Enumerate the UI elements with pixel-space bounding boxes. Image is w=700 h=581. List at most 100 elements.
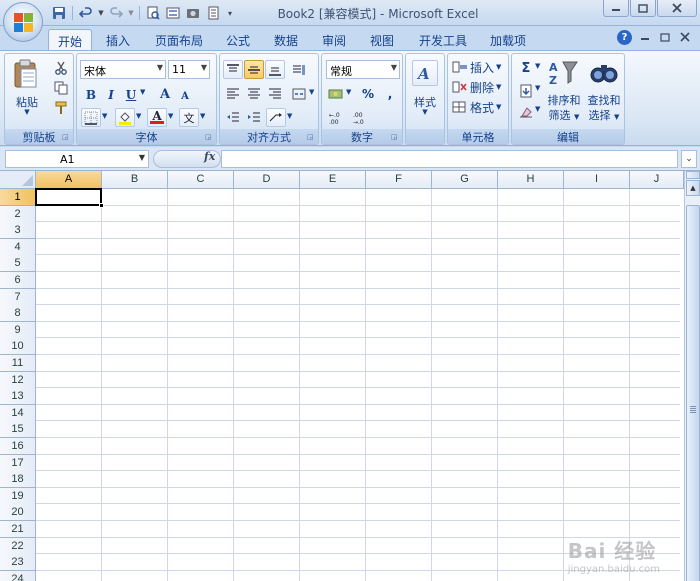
autosum-dropdown-icon[interactable]: ▼ — [535, 62, 540, 70]
row-header-14[interactable]: 14 — [0, 404, 36, 422]
restore-workbook-icon[interactable] — [660, 32, 672, 44]
align-center-icon[interactable] — [244, 84, 264, 103]
clear-icon[interactable] — [516, 102, 536, 121]
fill-icon[interactable] — [516, 81, 536, 100]
tab-addins[interactable]: 加载项 — [484, 29, 532, 50]
align-right-icon[interactable] — [265, 84, 285, 103]
insert-cells-button[interactable]: 插入 ▼ — [452, 58, 508, 76]
styles-dropdown-icon[interactable]: ▼ — [406, 108, 444, 116]
tab-insert[interactable]: 插入 — [100, 29, 136, 50]
tab-page-layout[interactable]: 页面布局 — [150, 29, 208, 50]
row-header-16[interactable]: 16 — [0, 438, 36, 455]
formula-input[interactable] — [221, 150, 678, 168]
increase-indent-icon[interactable] — [244, 108, 264, 127]
shrink-font-button[interactable]: A — [175, 87, 195, 106]
font-size-combo[interactable]: 11 ▼ — [168, 60, 210, 79]
row-header-22[interactable]: 22 — [0, 537, 36, 555]
column-header-i[interactable]: I — [564, 171, 630, 189]
column-header-h[interactable]: H — [498, 171, 564, 189]
borders-icon[interactable] — [81, 108, 101, 127]
tab-developer[interactable]: 开发工具 — [412, 29, 474, 50]
format-cells-button[interactable]: 格式 ▼ — [452, 98, 508, 116]
decrease-decimal-icon[interactable]: .00 →.0 — [352, 108, 372, 127]
paste-icon[interactable] — [11, 58, 41, 90]
fill-dropdown-icon[interactable]: ▼ — [535, 84, 540, 92]
row-header-3[interactable]: 3 — [0, 222, 36, 240]
font-launcher-icon[interactable]: ◲ — [205, 133, 214, 142]
copy-icon[interactable] — [51, 78, 71, 97]
fill-color-dropdown-icon[interactable]: ▼ — [136, 112, 141, 120]
underline-dropdown-icon[interactable]: ▼ — [140, 88, 145, 96]
tab-home[interactable]: 开始 — [48, 29, 92, 50]
insert-function-icon[interactable]: fx — [204, 150, 215, 163]
wrap-text-icon[interactable] — [266, 108, 286, 127]
scroll-thumb[interactable] — [686, 205, 700, 581]
minimize-ribbon-icon[interactable] — [640, 32, 652, 44]
font-color-icon[interactable]: A — [147, 108, 167, 127]
format-painter-icon[interactable] — [51, 98, 71, 117]
row-header-21[interactable]: 21 — [0, 521, 36, 538]
tab-review[interactable]: 审阅 — [316, 29, 352, 50]
row-header-10[interactable]: 10 — [0, 338, 36, 356]
align-bottom-icon[interactable] — [265, 60, 285, 79]
sort-filter-label-line1[interactable]: 排序和 — [544, 92, 584, 108]
find-select-label-line1[interactable]: 查找和 — [584, 92, 624, 108]
split-box[interactable] — [686, 171, 700, 179]
clipboard-launcher-icon[interactable]: ◲ — [62, 133, 71, 142]
active-cell-a1[interactable] — [35, 188, 102, 206]
sort-filter-label-line2[interactable]: 筛选 ▼ — [544, 107, 584, 123]
name-box[interactable]: A1 ▼ — [5, 150, 149, 168]
decrease-indent-icon[interactable] — [223, 108, 243, 127]
row-header-2[interactable]: 2 — [0, 205, 36, 223]
clear-dropdown-icon[interactable]: ▼ — [535, 105, 540, 113]
orientation-icon[interactable] — [289, 60, 309, 79]
bold-button[interactable]: B — [81, 85, 101, 104]
restore-icon[interactable] — [630, 0, 656, 17]
column-header-g[interactable]: G — [432, 171, 498, 189]
row-header-1[interactable]: 1 — [0, 189, 36, 206]
row-header-13[interactable]: 13 — [0, 388, 36, 406]
grow-font-button[interactable]: A — [155, 85, 175, 104]
comma-button[interactable]: , — [380, 84, 400, 103]
close-icon[interactable] — [657, 0, 697, 17]
phonetic-dropdown-icon[interactable]: ▼ — [200, 112, 205, 120]
column-header-c[interactable]: C — [168, 171, 234, 189]
row-header-17[interactable]: 17 — [0, 454, 36, 472]
row-header-23[interactable]: 23 — [0, 554, 36, 572]
number-launcher-icon[interactable]: ◲ — [391, 133, 400, 142]
row-header-4[interactable]: 4 — [0, 238, 36, 256]
currency-dropdown-icon[interactable]: ▼ — [346, 88, 351, 96]
underline-button[interactable]: U — [121, 85, 141, 104]
merge-dropdown-icon[interactable]: ▼ — [309, 88, 314, 96]
row-header-24[interactable]: 24 — [0, 570, 36, 581]
help-icon[interactable]: ? — [617, 30, 632, 45]
fill-handle[interactable] — [99, 203, 104, 208]
row-header-15[interactable]: 15 — [0, 421, 36, 439]
alignment-launcher-icon[interactable]: ◲ — [307, 133, 316, 142]
row-header-19[interactable]: 19 — [0, 487, 36, 505]
row-header-8[interactable]: 8 — [0, 305, 36, 323]
phonetic-guide-icon[interactable]: 文 — [179, 108, 199, 127]
column-header-f[interactable]: F — [366, 171, 432, 189]
styles-icon[interactable]: A — [412, 60, 438, 86]
vertical-scrollbar[interactable]: ▲ — [684, 171, 700, 581]
select-all-corner[interactable] — [0, 171, 36, 189]
sort-filter-icon[interactable]: AZ — [548, 58, 580, 88]
column-header-d[interactable]: D — [234, 171, 300, 189]
wrap-dropdown-icon[interactable]: ▼ — [287, 112, 292, 120]
tab-view[interactable]: 视图 — [364, 29, 400, 50]
row-header-7[interactable]: 7 — [0, 288, 36, 306]
autosum-button[interactable]: Σ — [516, 59, 536, 78]
close-workbook-icon[interactable] — [680, 31, 692, 44]
row-header-5[interactable]: 5 — [0, 255, 36, 273]
find-select-icon[interactable] — [588, 58, 620, 88]
align-top-icon[interactable] — [223, 60, 243, 79]
expand-formula-bar-icon[interactable]: ⌄ — [681, 150, 697, 168]
percent-button[interactable]: % — [358, 84, 378, 103]
column-header-a[interactable]: A — [36, 171, 102, 189]
paste-dropdown-icon[interactable]: ▼ — [7, 108, 47, 116]
chevron-down-icon[interactable]: ▼ — [139, 153, 145, 162]
tab-data[interactable]: 数据 — [268, 29, 304, 50]
column-header-b[interactable]: B — [102, 171, 168, 189]
currency-icon[interactable] — [326, 84, 346, 103]
